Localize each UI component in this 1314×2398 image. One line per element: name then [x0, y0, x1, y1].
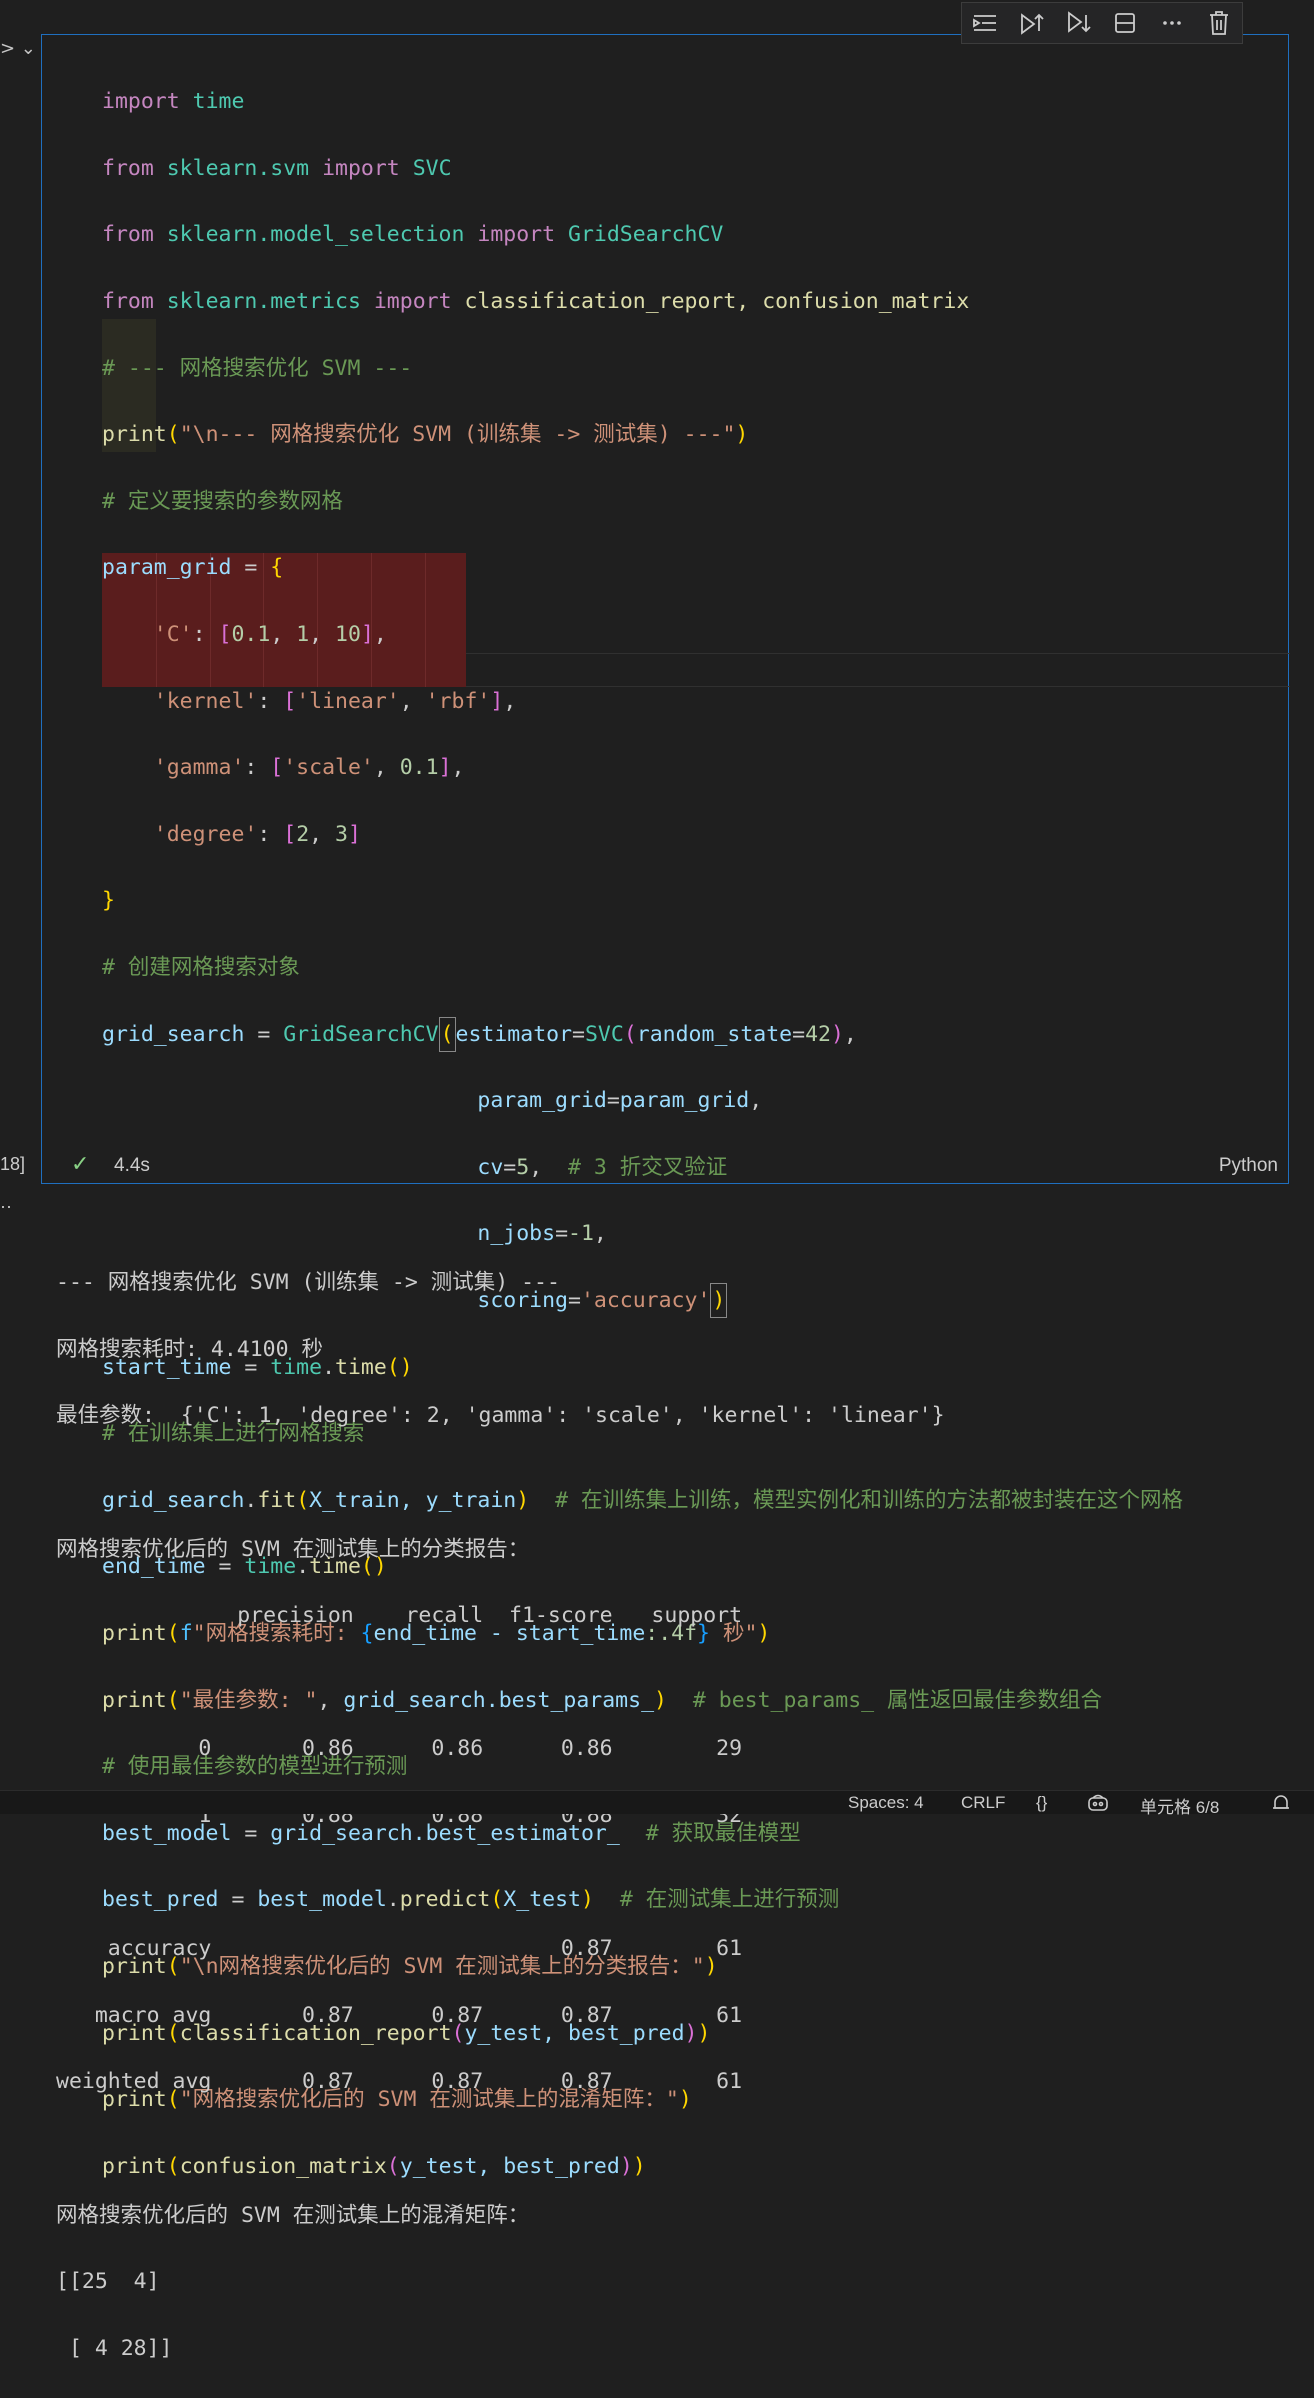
code-line: # --- 网格搜索优化 SVM ---: [102, 355, 413, 381]
output-line: [ 4 28]]: [56, 2335, 173, 2361]
execution-time: 4.4s: [114, 1155, 150, 1176]
notifications-icon[interactable]: [1270, 1793, 1292, 1818]
output-line: --- 网格搜索优化 SVM (训练集 -> 测试集) ---: [56, 1270, 560, 1296]
output-line: 网格搜索优化后的 SVM 在测试集上的分类报告：: [56, 1536, 530, 1562]
line-ending-setting[interactable]: CRLF: [961, 1793, 1005, 1813]
code-line: # 创建网格搜索对象: [102, 955, 300, 981]
execute-below-icon[interactable]: [1062, 6, 1096, 40]
more-icon[interactable]: [1155, 6, 1189, 40]
code-line: 'gamma': ['scale', 0.1],: [153, 755, 465, 781]
output-line: 最佳参数: {'C': 1, 'degree': 2, 'gamma': 'sc…: [56, 1403, 945, 1429]
cell-position[interactable]: 单元格 6/8: [1140, 1793, 1219, 1818]
split-cell-icon[interactable]: [1108, 6, 1142, 40]
code-line: 'C': [0.1, 1, 10],: [153, 622, 387, 648]
code-line: param_grid=param_grid,: [477, 1088, 763, 1114]
output-line: 0 0.86 0.86 0.86 29: [56, 1736, 743, 1762]
code-line: print("\n--- 网格搜索优化 SVM (训练集 -> 测试集) ---…: [102, 422, 749, 448]
output-line: weighted avg 0.87 0.87 0.87 61: [56, 2069, 743, 2095]
code-line: param_grid = {: [102, 555, 284, 581]
code-line: from sklearn.svm import SVC: [102, 155, 452, 181]
output-line: 网格搜索耗时: 4.4100 秒: [56, 1336, 323, 1362]
indentation-setting[interactable]: Spaces: 4: [848, 1793, 924, 1813]
output-line: accuracy 0.87 61: [56, 1936, 743, 1962]
cell-collapse-chevron[interactable]: > ⌄: [0, 38, 36, 59]
output-line: macro avg 0.87 0.87 0.87 61: [56, 2002, 743, 2028]
run-by-line-icon[interactable]: [968, 6, 1002, 40]
output-line: [[25 4]: [56, 2269, 160, 2295]
execute-above-icon[interactable]: [1015, 6, 1049, 40]
language-braces[interactable]: {}: [1036, 1793, 1047, 1813]
delete-icon[interactable]: [1202, 6, 1236, 40]
output-line: 网格搜索优化后的 SVM 在测试集上的混淆矩阵：: [56, 2202, 530, 2228]
code-line: from sklearn.model_selection import Grid…: [102, 222, 724, 248]
code-line: }: [102, 888, 115, 914]
code-line: import time: [102, 89, 245, 115]
cell-language[interactable]: Python: [1219, 1155, 1278, 1177]
code-line: from sklearn.metrics import classificati…: [102, 289, 970, 315]
output-more-icon[interactable]: ··: [0, 1196, 12, 1217]
code-line: 'kernel': ['linear', 'rbf'],: [153, 688, 517, 714]
code-line: 'degree': [2, 3]: [153, 821, 361, 847]
code-line: # 定义要搜索的参数网格: [102, 488, 343, 514]
execution-count: 18]: [0, 1154, 26, 1174]
output-line: precision recall f1-score support: [56, 1603, 743, 1629]
copilot-icon[interactable]: [1086, 1793, 1110, 1818]
code-line: grid_search = GridSearchCV(estimator=SVC…: [102, 1016, 1314, 1052]
cell-status-bar: ✓ 4.4s Python: [41, 1150, 1289, 1184]
cell-toolbar: [961, 2, 1243, 44]
status-bar: Spaces: 4 CRLF {} 单元格 6/8: [0, 1790, 1314, 1817]
success-check-icon: ✓: [71, 1152, 90, 1177]
cell-output: --- 网格搜索优化 SVM (训练集 -> 测试集) --- 网格搜索耗时: …: [56, 1233, 945, 2398]
